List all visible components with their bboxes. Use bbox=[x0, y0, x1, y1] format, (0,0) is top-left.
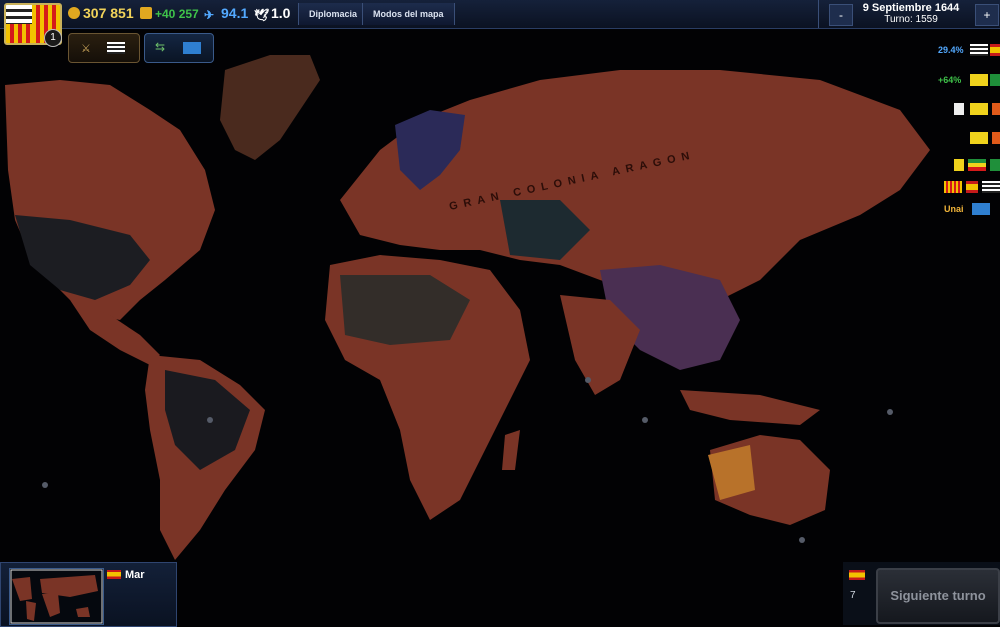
relation-flag-icon bbox=[944, 181, 962, 193]
relation-flag-icon bbox=[992, 103, 1000, 115]
next-turn-button[interactable]: Siguiente turno bbox=[876, 568, 1000, 624]
relation-percent: +64% bbox=[938, 75, 962, 85]
gold-value: 307 851 bbox=[83, 5, 134, 21]
relation-row-5[interactable] bbox=[954, 158, 1000, 174]
dove-icon: 🕊 bbox=[254, 8, 270, 22]
stability-stat[interactable]: 🕊 1.0 bbox=[254, 5, 291, 22]
relation-flag-icon bbox=[990, 159, 1000, 171]
manpower-stat[interactable]: ✈ 94.1 bbox=[204, 5, 249, 22]
relation-row-1[interactable]: 29.4% bbox=[938, 43, 1000, 59]
sword-icon: ⚔ bbox=[81, 43, 91, 55]
relation-name: Unai bbox=[944, 204, 964, 214]
relation-flag-icon bbox=[954, 159, 964, 171]
turn-number: Turno: 1559 bbox=[884, 14, 938, 25]
speed-up-button[interactable]: + bbox=[975, 4, 999, 26]
relation-flag-icon bbox=[970, 132, 988, 144]
location-flag-icon bbox=[107, 570, 121, 579]
manpower-value: 94.1 bbox=[221, 5, 249, 21]
alliance-button[interactable]: ⚔ bbox=[68, 33, 140, 63]
relation-flag-icon bbox=[982, 181, 1000, 193]
relation-flag-icon bbox=[970, 103, 988, 115]
stability-value: 1.0 bbox=[271, 5, 291, 21]
relation-row-2[interactable]: +64% bbox=[938, 73, 1000, 89]
world-map[interactable]: GRAN COLONIA ARAGON bbox=[0, 0, 1000, 625]
notification-badge[interactable]: 1 bbox=[44, 29, 62, 47]
coin-icon bbox=[68, 7, 80, 19]
relation-flag-icon bbox=[992, 132, 1000, 144]
ally-flag-icon bbox=[107, 42, 125, 54]
relation-row-3[interactable] bbox=[950, 102, 1000, 118]
gold-stat[interactable]: 307 851 bbox=[68, 5, 134, 21]
diplomacy-button[interactable]: Diplomacia bbox=[298, 3, 369, 25]
white-flag-icon bbox=[954, 103, 964, 115]
relation-flag-icon bbox=[990, 44, 1000, 56]
map-modes-button[interactable]: Modos del mapa bbox=[362, 3, 455, 25]
trade-button[interactable]: ⇆ bbox=[144, 33, 214, 63]
date-panel: - 9 Septiembre 1644 Turno: 1559 + bbox=[818, 0, 1000, 28]
relation-flag-icon bbox=[990, 74, 1000, 86]
relation-flag-icon bbox=[970, 74, 988, 86]
current-date: 9 Septiembre 1644 bbox=[862, 2, 960, 14]
exchange-icon: ⇆ bbox=[155, 40, 166, 54]
relation-row-4[interactable] bbox=[964, 131, 1000, 147]
minimap-location-label: Mar bbox=[125, 569, 145, 581]
relation-flag-icon bbox=[972, 203, 990, 215]
relation-flag-icon bbox=[970, 44, 988, 56]
player-small-flag-icon bbox=[849, 570, 865, 580]
trade-flag-icon bbox=[183, 42, 201, 54]
plane-icon: ✈ bbox=[204, 8, 215, 22]
income-value: +40 257 bbox=[155, 7, 199, 21]
pending-count: 7 bbox=[850, 590, 856, 601]
minimap-panel: Mar bbox=[0, 562, 177, 627]
relation-percent: 29.4% bbox=[938, 45, 964, 55]
minimap[interactable] bbox=[9, 568, 104, 625]
relation-flag-icon bbox=[968, 159, 986, 171]
income-icon bbox=[140, 7, 152, 19]
relation-row-7[interactable]: Unai bbox=[944, 202, 1000, 218]
income-stat[interactable]: +40 257 bbox=[140, 7, 199, 21]
relation-flag-icon bbox=[966, 181, 978, 193]
relation-row-6[interactable] bbox=[944, 180, 1000, 196]
